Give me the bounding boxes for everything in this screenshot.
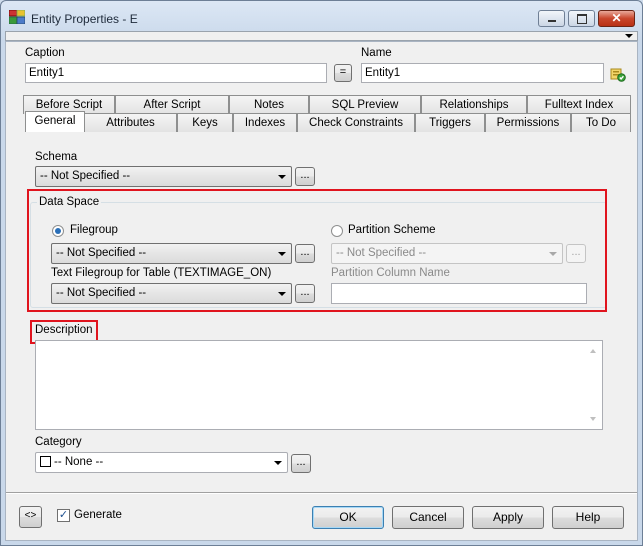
- category-select-value: -- None --: [54, 456, 104, 468]
- help-button[interactable]: Help: [552, 506, 624, 529]
- name-input[interactable]: Entity1: [361, 63, 604, 83]
- schema-browse-button[interactable]: ...: [295, 167, 315, 186]
- tab-relationships[interactable]: Relationships: [421, 95, 527, 114]
- minimize-icon: [547, 20, 556, 22]
- equals-button[interactable]: =: [334, 64, 352, 82]
- dropdown-arrow-icon: [274, 461, 282, 465]
- description-textarea[interactable]: [35, 340, 603, 430]
- schema-select[interactable]: -- Not Specified --: [35, 166, 292, 187]
- tab-attributes[interactable]: Attributes: [84, 113, 177, 132]
- tab-check-constraints[interactable]: Check Constraints: [297, 113, 415, 132]
- caption-input[interactable]: Entity1: [25, 63, 327, 83]
- code-view-button[interactable]: <>: [19, 506, 42, 528]
- schema-label: Schema: [35, 151, 78, 163]
- tab-sql-preview[interactable]: SQL Preview: [309, 95, 421, 114]
- scroll-up-icon[interactable]: [590, 349, 596, 353]
- checkmark-icon: ✓: [58, 509, 69, 521]
- code-toggle-icon: <>: [24, 510, 37, 521]
- tab-general[interactable]: General: [25, 111, 85, 132]
- tab-row-back: Before Script After Script Notes SQL Pre…: [12, 95, 631, 114]
- tab-after-script[interactable]: After Script: [115, 95, 229, 114]
- tab-permissions[interactable]: Permissions: [485, 113, 571, 132]
- tab-to-do[interactable]: To Do: [571, 113, 631, 132]
- scroll-down-icon[interactable]: [590, 417, 596, 421]
- general-panel: Schema -- Not Specified -- ... Data Spac…: [20, 151, 632, 533]
- minimize-button[interactable]: [538, 10, 565, 27]
- footer-separator: [6, 492, 637, 494]
- auto-name-icon[interactable]: [610, 66, 626, 82]
- window-title: Entity Properties - E: [31, 12, 138, 26]
- category-browse-button[interactable]: ...: [291, 454, 311, 473]
- apply-button[interactable]: Apply: [472, 506, 544, 529]
- ok-button[interactable]: OK: [312, 506, 384, 529]
- schema-select-value: -- Not Specified --: [40, 170, 131, 182]
- name-label: Name: [361, 47, 392, 59]
- close-button[interactable]: ✕: [598, 10, 635, 27]
- tab-notes[interactable]: Notes: [229, 95, 309, 114]
- description-scrollbar[interactable]: [585, 341, 602, 429]
- tab-fulltext-index[interactable]: Fulltext Index: [527, 95, 631, 114]
- toolbar-strip[interactable]: [5, 31, 638, 41]
- tab-keys[interactable]: Keys: [177, 113, 233, 132]
- tab-row-front: Attributes Keys Indexes Check Constraint…: [12, 111, 631, 132]
- generate-checkbox[interactable]: ✓: [57, 509, 70, 522]
- cancel-button[interactable]: Cancel: [392, 506, 464, 529]
- caption-label: Caption: [25, 47, 65, 59]
- title-bar[interactable]: Entity Properties - E ✕: [1, 1, 642, 31]
- tab-indexes[interactable]: Indexes: [233, 113, 297, 132]
- entity-app-icon: [8, 9, 26, 25]
- close-icon: ✕: [611, 11, 622, 25]
- chevron-down-icon: [625, 34, 633, 38]
- tab-triggers[interactable]: Triggers: [415, 113, 485, 132]
- dialog-client-area: Caption Entity1 = Name Entity1 Before Sc…: [5, 41, 638, 541]
- generate-label[interactable]: Generate: [74, 509, 122, 521]
- category-select[interactable]: -- None --: [35, 452, 288, 473]
- dropdown-arrow-icon: [278, 175, 286, 179]
- maximize-button[interactable]: [568, 10, 595, 27]
- data-space-highlight: [27, 189, 607, 312]
- entity-properties-window: Entity Properties - E ✕ Caption Entity1 …: [0, 0, 643, 546]
- maximize-icon: [576, 14, 587, 24]
- category-label: Category: [35, 436, 82, 448]
- category-color-swatch: [40, 456, 51, 467]
